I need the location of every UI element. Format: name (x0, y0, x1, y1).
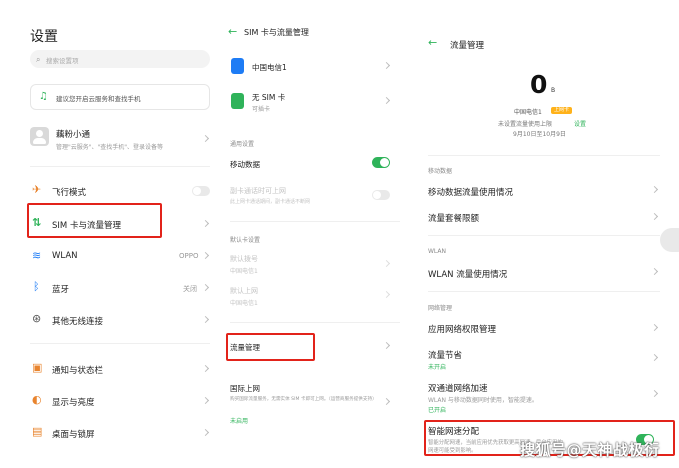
search-input[interactable]: ⌕ 搜索设置项 (30, 50, 210, 68)
chevron-right-icon (650, 212, 659, 221)
wireless-icon: ⊛ (32, 312, 42, 325)
chevron-right-icon (201, 283, 210, 292)
bluetooth-icon: ᛒ (33, 280, 40, 293)
watermark-text: 搜狐号@天神战极衍 (520, 441, 660, 459)
avatar (30, 127, 49, 146)
section-general: 通用设置 (230, 141, 255, 148)
chevron-right-icon (382, 61, 391, 70)
notification-icon: ▣ (32, 361, 43, 374)
set-limit-link[interactable]: 设置 (574, 119, 586, 128)
carrier-name: 中国电信1 (514, 109, 542, 116)
chevron-right-icon (201, 396, 210, 405)
highlight-box (27, 203, 162, 238)
sim-page-title: SIM 卡与流量管理 (244, 28, 309, 37)
chevron-right-icon (650, 323, 659, 332)
wallpaper-icon: ▤ (32, 425, 43, 438)
sim-card-icon (231, 93, 244, 109)
settings-panel: 设置 ⌕ 搜索设置项 ♫ 建议您开启云服务和查找手机 藕粉小通 管理"云服务"、… (0, 0, 222, 468)
scroll-handle[interactable] (660, 228, 679, 252)
dual-data-toggle (372, 190, 390, 200)
chevron-right-icon (201, 364, 210, 373)
chevron-right-icon (201, 251, 210, 260)
brightness-icon: ◐ (32, 393, 42, 406)
usage-value: 0 (530, 70, 548, 99)
section-mobile: 移动数据 (428, 168, 453, 175)
chevron-right-icon (650, 185, 659, 194)
page-title: 设置 (30, 29, 58, 45)
chevron-right-icon (382, 397, 391, 406)
chevron-right-icon (382, 259, 391, 268)
chevron-right-icon (650, 267, 659, 276)
bell-icon: ♫ (39, 91, 48, 102)
traffic-panel: ← 流量管理 0 B 中国电信1 上网卡 未设置流量使用上限 设置 9月10日至… (410, 0, 679, 468)
back-arrow-icon[interactable]: ← (428, 37, 437, 48)
chevron-right-icon (382, 96, 391, 105)
chevron-right-icon (201, 315, 210, 324)
traffic-page-title: 流量管理 (450, 41, 485, 51)
period-text: 9月10日至10月9日 (513, 131, 566, 138)
account-name: 藕粉小通 (56, 130, 91, 140)
search-icon: ⌕ (36, 55, 41, 64)
usage-unit: B (551, 87, 556, 94)
airplane-toggle[interactable] (192, 186, 210, 196)
chevron-right-icon (201, 219, 210, 228)
carrier-badge: 上网卡 (551, 107, 573, 114)
chevron-right-icon (650, 353, 659, 362)
wifi-icon: ≋ (32, 249, 42, 262)
section-default: 默认卡设置 (230, 237, 261, 244)
back-arrow-icon[interactable]: ← (228, 26, 237, 37)
sim-card-icon (231, 58, 244, 74)
cloud-notice[interactable]: ♫ 建议您开启云服务和查找手机 (30, 84, 210, 110)
mobile-data-toggle[interactable] (372, 157, 390, 168)
account-sub: 管理"云服务"、"查找手机"、登录设备等 (56, 144, 164, 151)
notice-text: 建议您开启云服务和查找手机 (56, 95, 141, 103)
section-network: 网络管理 (428, 305, 453, 312)
limit-text: 未设置流量使用上限 (498, 121, 553, 128)
chevron-right-icon (201, 134, 210, 143)
airplane-icon: ✈ (32, 183, 42, 196)
sim-panel: ← SIM 卡与流量管理 中国电信1 无 SIM 卡 可插卡 通用设置 移动数据… (222, 0, 408, 468)
search-placeholder: 搜索设置项 (46, 57, 79, 65)
chevron-right-icon (382, 341, 391, 350)
section-wlan: WLAN (428, 248, 447, 255)
chevron-right-icon (650, 389, 659, 398)
highlight-box (226, 333, 315, 361)
chevron-right-icon (382, 290, 391, 299)
chevron-right-icon (201, 428, 210, 437)
